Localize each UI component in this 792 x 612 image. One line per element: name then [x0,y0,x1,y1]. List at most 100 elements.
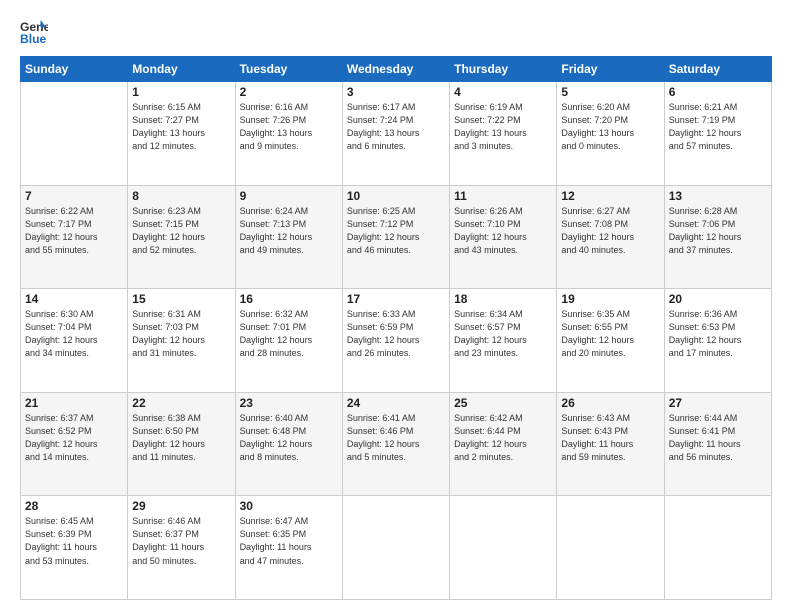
day-info: Sunrise: 6:44 AMSunset: 6:41 PMDaylight:… [669,412,767,464]
weekday-header-thursday: Thursday [450,57,557,82]
weekday-header-row: SundayMondayTuesdayWednesdayThursdayFrid… [21,57,772,82]
day-number: 22 [132,396,230,410]
calendar-table: SundayMondayTuesdayWednesdayThursdayFrid… [20,56,772,600]
day-number: 20 [669,292,767,306]
calendar-cell: 13 Sunrise: 6:28 AMSunset: 7:06 PMDayligh… [664,185,771,289]
day-number: 18 [454,292,552,306]
day-info: Sunrise: 6:33 AMSunset: 6:59 PMDaylight:… [347,308,445,360]
day-number: 17 [347,292,445,306]
day-number: 30 [240,499,338,513]
day-number: 12 [561,189,659,203]
calendar-cell: 4Sunrise: 6:19 AMSunset: 7:22 PMDaylight… [450,82,557,186]
calendar-cell: 8 Sunrise: 6:23 AMSunset: 7:15 PMDaylight… [128,185,235,289]
calendar-cell: 23 Sunrise: 6:40 AMSunset: 6:48 PMDayligh… [235,392,342,496]
day-info: Sunrise: 6:27 AMSunset: 7:08 PMDaylight:… [561,205,659,257]
calendar-cell: 18 Sunrise: 6:34 AMSunset: 6:57 PMDayligh… [450,289,557,393]
day-info: Sunrise: 6:26 AMSunset: 7:10 PMDaylight:… [454,205,552,257]
day-info: Sunrise: 6:23 AMSunset: 7:15 PMDaylight:… [132,205,230,257]
calendar-cell: 9Sunrise: 6:24 AMSunset: 7:13 PMDaylight… [235,185,342,289]
day-number: 8 [132,189,230,203]
day-info: Sunrise: 6:46 AMSunset: 6:37 PMDaylight:… [132,515,230,567]
calendar-cell: 29Sunrise: 6:46 AMSunset: 6:37 PMDayligh… [128,496,235,600]
day-number: 5 [561,85,659,99]
calendar-cell: 14Sunrise: 6:30 AMSunset: 7:04 PMDayligh… [21,289,128,393]
day-info: Sunrise: 6:47 AMSunset: 6:35 PMDaylight:… [240,515,338,567]
calendar-week-row: 1 Sunrise: 6:15 AMSunset: 7:27 PMDaylight… [21,82,772,186]
calendar-week-row: 7 Sunrise: 6:22 AMSunset: 7:17 PMDaylight… [21,185,772,289]
day-number: 21 [25,396,123,410]
calendar-cell [557,496,664,600]
header: General Blue [20,18,772,46]
calendar-cell [450,496,557,600]
logo-icon: General Blue [20,18,48,46]
day-number: 1 [132,85,230,99]
day-number: 23 [240,396,338,410]
day-number: 3 [347,85,445,99]
calendar-cell: 22 Sunrise: 6:38 AMSunset: 6:50 PMDayligh… [128,392,235,496]
day-number: 11 [454,189,552,203]
calendar-cell: 3Sunrise: 6:17 AMSunset: 7:24 PMDaylight… [342,82,449,186]
logo: General Blue [20,18,48,46]
calendar-cell: 28Sunrise: 6:45 AMSunset: 6:39 PMDayligh… [21,496,128,600]
day-number: 2 [240,85,338,99]
day-info: Sunrise: 6:40 AMSunset: 6:48 PMDaylight:… [240,412,338,464]
calendar-cell: 21 Sunrise: 6:37 AMSunset: 6:52 PMDayligh… [21,392,128,496]
day-number: 10 [347,189,445,203]
calendar-cell: 5 Sunrise: 6:20 AMSunset: 7:20 PMDaylight… [557,82,664,186]
day-info: Sunrise: 6:19 AMSunset: 7:22 PMDaylight:… [454,101,552,153]
day-number: 13 [669,189,767,203]
day-info: Sunrise: 6:34 AMSunset: 6:57 PMDaylight:… [454,308,552,360]
calendar-cell: 12 Sunrise: 6:27 AMSunset: 7:08 PMDayligh… [557,185,664,289]
calendar-cell [342,496,449,600]
calendar-cell: 24 Sunrise: 6:41 AMSunset: 6:46 PMDayligh… [342,392,449,496]
calendar-cell: 19 Sunrise: 6:35 AMSunset: 6:55 PMDayligh… [557,289,664,393]
day-number: 24 [347,396,445,410]
day-info: Sunrise: 6:22 AMSunset: 7:17 PMDaylight:… [25,205,123,257]
calendar-cell: 15Sunrise: 6:31 AMSunset: 7:03 PMDayligh… [128,289,235,393]
calendar-week-row: 21 Sunrise: 6:37 AMSunset: 6:52 PMDayligh… [21,392,772,496]
day-info: Sunrise: 6:28 AMSunset: 7:06 PMDaylight:… [669,205,767,257]
weekday-header-sunday: Sunday [21,57,128,82]
weekday-header-saturday: Saturday [664,57,771,82]
calendar-cell: 2 Sunrise: 6:16 AMSunset: 7:26 PMDaylight… [235,82,342,186]
weekday-header-wednesday: Wednesday [342,57,449,82]
day-info: Sunrise: 6:35 AMSunset: 6:55 PMDaylight:… [561,308,659,360]
day-info: Sunrise: 6:25 AMSunset: 7:12 PMDaylight:… [347,205,445,257]
day-info: Sunrise: 6:16 AMSunset: 7:26 PMDaylight:… [240,101,338,153]
day-number: 19 [561,292,659,306]
calendar-week-row: 28Sunrise: 6:45 AMSunset: 6:39 PMDayligh… [21,496,772,600]
day-info: Sunrise: 6:38 AMSunset: 6:50 PMDaylight:… [132,412,230,464]
calendar-cell: 17 Sunrise: 6:33 AMSunset: 6:59 PMDayligh… [342,289,449,393]
calendar-cell: 7 Sunrise: 6:22 AMSunset: 7:17 PMDaylight… [21,185,128,289]
day-info: Sunrise: 6:20 AMSunset: 7:20 PMDaylight:… [561,101,659,153]
day-info: Sunrise: 6:21 AMSunset: 7:19 PMDaylight:… [669,101,767,153]
weekday-header-friday: Friday [557,57,664,82]
calendar-week-row: 14Sunrise: 6:30 AMSunset: 7:04 PMDayligh… [21,289,772,393]
day-info: Sunrise: 6:32 AMSunset: 7:01 PMDaylight:… [240,308,338,360]
day-info: Sunrise: 6:15 AMSunset: 7:27 PMDaylight:… [132,101,230,153]
calendar-cell: 10 Sunrise: 6:25 AMSunset: 7:12 PMDayligh… [342,185,449,289]
day-info: Sunrise: 6:41 AMSunset: 6:46 PMDaylight:… [347,412,445,464]
calendar-cell: 20 Sunrise: 6:36 AMSunset: 6:53 PMDayligh… [664,289,771,393]
calendar-cell: 1 Sunrise: 6:15 AMSunset: 7:27 PMDaylight… [128,82,235,186]
day-info: Sunrise: 6:43 AMSunset: 6:43 PMDaylight:… [561,412,659,464]
day-info: Sunrise: 6:37 AMSunset: 6:52 PMDaylight:… [25,412,123,464]
day-info: Sunrise: 6:30 AMSunset: 7:04 PMDaylight:… [25,308,123,360]
calendar-cell: 26 Sunrise: 6:43 AMSunset: 6:43 PMDayligh… [557,392,664,496]
day-info: Sunrise: 6:36 AMSunset: 6:53 PMDaylight:… [669,308,767,360]
day-info: Sunrise: 6:42 AMSunset: 6:44 PMDaylight:… [454,412,552,464]
calendar-cell: 11 Sunrise: 6:26 AMSunset: 7:10 PMDayligh… [450,185,557,289]
day-number: 25 [454,396,552,410]
page: General Blue SundayMondayTuesdayWednesda… [0,0,792,612]
day-number: 6 [669,85,767,99]
calendar-cell [21,82,128,186]
day-number: 28 [25,499,123,513]
weekday-header-tuesday: Tuesday [235,57,342,82]
day-number: 7 [25,189,123,203]
weekday-header-monday: Monday [128,57,235,82]
day-number: 27 [669,396,767,410]
calendar-cell: 25 Sunrise: 6:42 AMSunset: 6:44 PMDayligh… [450,392,557,496]
day-number: 15 [132,292,230,306]
calendar-cell [664,496,771,600]
day-number: 26 [561,396,659,410]
